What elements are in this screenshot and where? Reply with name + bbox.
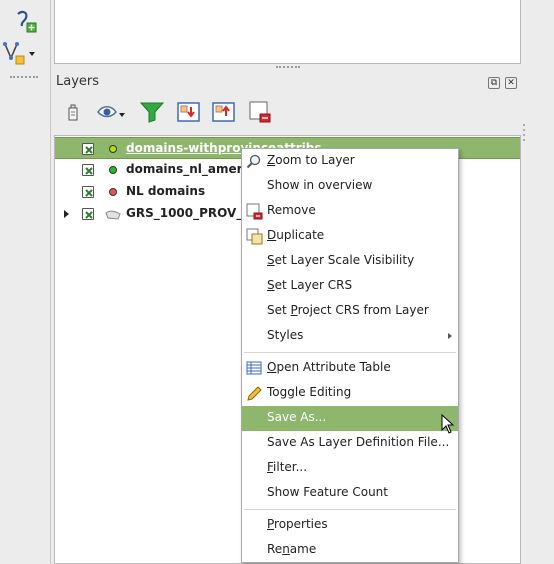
- pencil-icon: [246, 385, 263, 402]
- mnemonic: S: [267, 253, 275, 267]
- collapse-all-icon[interactable]: [212, 100, 236, 124]
- layer-context-menu: Zoom to Layer Show in overview Remove Du…: [241, 148, 459, 563]
- menu-item-styles[interactable]: Styles: [242, 324, 458, 349]
- menu-item-set-layer-crs[interactable]: Set Layer CRS: [242, 274, 458, 299]
- duplicate-icon: [246, 228, 263, 245]
- menu-label: oom to Layer: [275, 153, 355, 167]
- menu-label: Show Feature Count: [267, 485, 388, 499]
- mnemonic: D: [267, 228, 277, 242]
- menu-item-duplicate[interactable]: Duplicate: [242, 224, 458, 249]
- menu-item-save-as-layer-definition[interactable]: Save As Layer Definition File...: [242, 431, 458, 456]
- menu-label: uplicate: [276, 228, 325, 242]
- menu-item-show-in-overview[interactable]: Show in overview: [242, 174, 458, 199]
- panel-title: Layers: [56, 74, 100, 89]
- float-panel-button[interactable]: ⧉: [488, 77, 500, 89]
- layer-styling-icon[interactable]: [64, 100, 82, 124]
- digitize-vertex-icon[interactable]: [2, 40, 38, 68]
- mnemonic: P: [290, 303, 298, 317]
- menu-separator: [244, 509, 456, 510]
- mnemonic: Z: [267, 153, 276, 167]
- add-layer-icon[interactable]: [12, 8, 38, 34]
- menu-item-open-attribute-table[interactable]: Open Attribute Table: [242, 356, 458, 381]
- menu-label-prefix: Set: [267, 303, 291, 317]
- menu-item-filter[interactable]: Filter...: [242, 456, 458, 481]
- menu-item-set-project-crs[interactable]: Set Project CRS from Layer: [242, 299, 458, 324]
- menu-label: Styles: [267, 328, 304, 342]
- menu-label: Save As...: [267, 410, 327, 424]
- menu-item-toggle-editing[interactable]: Toggle Editing: [242, 381, 458, 406]
- menu-label: Show in overview: [267, 178, 373, 192]
- remove-layer-icon[interactable]: [249, 100, 273, 124]
- mnemonic: P: [267, 517, 275, 531]
- menu-item-remove[interactable]: Remove: [242, 199, 458, 224]
- point-symbol-icon: [109, 145, 117, 153]
- zoom-icon: [246, 153, 263, 170]
- visibility-eye-icon[interactable]: [96, 100, 126, 124]
- upper-dock-panel: [54, 0, 521, 64]
- layer-visibility-checkbox[interactable]: [82, 186, 94, 198]
- menu-item-rename[interactable]: Rename: [242, 538, 458, 563]
- polygon-symbol-icon: [105, 209, 121, 220]
- filter-funnel-icon[interactable]: [139, 100, 165, 124]
- menu-label: ilter...: [273, 460, 308, 474]
- mnemonic: n: [282, 542, 290, 556]
- menu-label: pen Attribute Table: [276, 360, 391, 374]
- menu-item-properties[interactable]: Properties: [242, 513, 458, 538]
- toolbar-handle[interactable]: [10, 76, 38, 80]
- layer-name[interactable]: GRS_1000_PROV_NL: [126, 206, 260, 220]
- divider: [50, 0, 51, 564]
- mnemonic: S: [267, 278, 275, 292]
- layer-visibility-checkbox[interactable]: [82, 208, 94, 220]
- menu-item-show-feature-count[interactable]: Show Feature Count: [242, 481, 458, 506]
- layer-name[interactable]: domains_nl_amersf: [126, 162, 255, 176]
- dock-splitter-handle[interactable]: [276, 66, 300, 68]
- left-toolbar: [0, 0, 48, 564]
- expand-arrow-icon[interactable]: [64, 210, 69, 218]
- point-symbol-icon: [109, 166, 117, 174]
- submenu-arrow-icon: [448, 333, 452, 339]
- point-symbol-icon: [109, 188, 117, 196]
- remove-icon: [246, 203, 263, 220]
- menu-label: ame: [289, 542, 317, 556]
- menu-label: Remove: [267, 203, 316, 217]
- menu-label: Save As Layer Definition File...: [267, 435, 450, 449]
- menu-label: roject CRS from Layer: [297, 303, 429, 317]
- menu-item-set-layer-scale-visibility[interactable]: Set Layer Scale Visibility: [242, 249, 458, 274]
- table-icon: [246, 360, 263, 377]
- menu-label: et Layer Scale Visibility: [274, 253, 415, 267]
- menu-label: roperties: [274, 517, 328, 531]
- menu-label: Toggle Editing: [267, 385, 352, 399]
- layer-visibility-checkbox[interactable]: [82, 143, 94, 155]
- menu-item-zoom-to-layer[interactable]: Zoom to Layer: [242, 149, 458, 174]
- close-panel-button[interactable]: ✕: [505, 77, 517, 89]
- layer-name[interactable]: NL domains: [126, 184, 205, 198]
- panel-resize-handle[interactable]: [521, 118, 527, 564]
- menu-label: et Layer CRS: [274, 278, 353, 292]
- menu-item-save-as[interactable]: Save As...: [242, 406, 458, 434]
- menu-separator: [244, 352, 456, 353]
- menu-label-prefix: Re: [267, 542, 283, 556]
- layer-visibility-checkbox[interactable]: [82, 164, 94, 176]
- expand-all-icon[interactable]: [177, 100, 201, 124]
